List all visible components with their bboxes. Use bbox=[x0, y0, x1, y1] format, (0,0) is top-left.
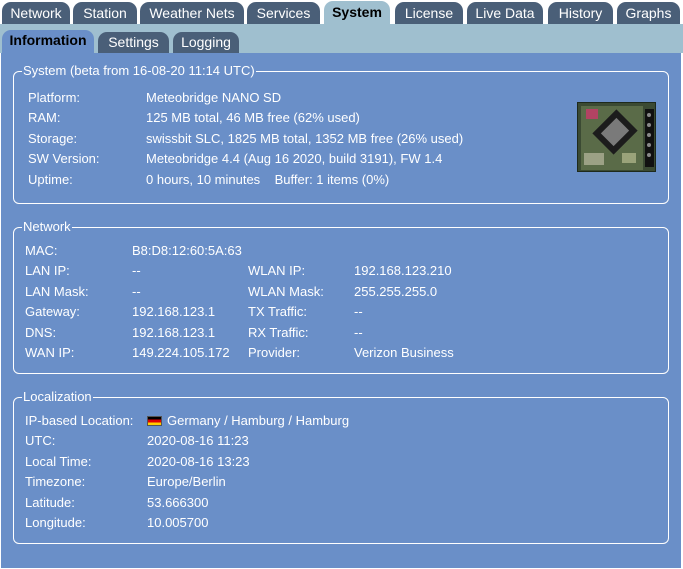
localization-label-utc: UTC: bbox=[25, 433, 56, 448]
network-value-gateway: 192.168.123.1 bbox=[132, 304, 216, 319]
localization-label-latitude: Latitude: bbox=[25, 495, 75, 510]
network-value-tx-traffic: -- bbox=[354, 304, 363, 319]
tab-system[interactable]: System bbox=[324, 1, 390, 25]
system-value-storage: swissbit SLC, 1825 MB total, 1352 MB fre… bbox=[146, 131, 464, 146]
network-value-rx-traffic: -- bbox=[354, 325, 363, 340]
tab-weather-nets[interactable]: Weather Nets bbox=[140, 2, 244, 24]
tab-license[interactable]: License bbox=[395, 2, 463, 24]
localization-value-longitude: 10.005700 bbox=[147, 515, 209, 530]
localization-section-title: Localization bbox=[23, 389, 92, 404]
localization-value-latitude: 53.666300 bbox=[147, 495, 209, 510]
localization-value-timezone: Europe/Berlin bbox=[147, 474, 226, 489]
circuit-board-icon bbox=[578, 103, 655, 171]
network-label-wlan-ip: WLAN IP: bbox=[248, 263, 306, 278]
sub-tab-bar: Information Settings Logging bbox=[0, 24, 683, 53]
tab-live-data[interactable]: Live Data bbox=[467, 2, 543, 24]
localization-value-local-time: 2020-08-16 13:23 bbox=[147, 454, 250, 469]
localization-value-ip-location: Germany / Hamburg / Hamburg bbox=[147, 413, 349, 429]
network-label-mac: MAC: bbox=[25, 243, 58, 258]
system-value-uptime: 0 hours, 10 minutes Buffer: 1 items (0%) bbox=[146, 172, 390, 187]
network-label-dns: DNS: bbox=[25, 325, 57, 340]
network-label-lan-ip: LAN IP: bbox=[25, 263, 70, 278]
subtab-logging[interactable]: Logging bbox=[173, 32, 239, 53]
network-value-wlan-mask: 255.255.255.0 bbox=[354, 284, 438, 299]
location-text: Germany / Hamburg / Hamburg bbox=[167, 413, 350, 428]
network-label-tx-traffic: TX Traffic: bbox=[248, 304, 307, 319]
network-label-lan-mask: LAN Mask: bbox=[25, 284, 89, 299]
main-tab-bar: Network Station Weather Nets Services Sy… bbox=[0, 0, 683, 25]
tab-graphs[interactable]: Graphs bbox=[617, 2, 680, 24]
system-label-platform: Platform: bbox=[28, 90, 81, 105]
subtab-settings[interactable]: Settings bbox=[98, 32, 169, 53]
tab-services[interactable]: Services bbox=[247, 2, 320, 24]
system-label-sw-version: SW Version: bbox=[28, 151, 100, 166]
network-value-lan-ip: -- bbox=[132, 263, 141, 278]
network-section: Network bbox=[13, 220, 669, 374]
system-value-platform: Meteobridge NANO SD bbox=[146, 90, 282, 105]
network-value-wlan-ip: 192.168.123.210 bbox=[354, 263, 452, 278]
system-value-sw-version: Meteobridge 4.4 (Aug 16 2020, build 3191… bbox=[146, 151, 443, 166]
tab-network[interactable]: Network bbox=[2, 2, 70, 24]
network-label-provider: Provider: bbox=[248, 345, 301, 360]
subtab-information[interactable]: Information bbox=[2, 30, 94, 53]
localization-label-timezone: Timezone: bbox=[25, 474, 86, 489]
network-value-provider: Verizon Business bbox=[354, 345, 454, 360]
network-value-lan-mask: -- bbox=[132, 284, 141, 299]
localization-value-utc: 2020-08-16 11:23 bbox=[147, 433, 249, 448]
tab-history[interactable]: History bbox=[548, 2, 613, 24]
network-label-rx-traffic: RX Traffic: bbox=[248, 325, 309, 340]
system-label-storage: Storage: bbox=[28, 131, 78, 146]
network-label-wan-ip: WAN IP: bbox=[25, 345, 75, 360]
system-label-uptime: Uptime: bbox=[28, 172, 73, 187]
network-label-wlan-mask: WLAN Mask: bbox=[248, 284, 324, 299]
localization-label-ip-location: IP-based Location: bbox=[25, 413, 134, 428]
network-value-dns: 192.168.123.1 bbox=[132, 325, 216, 340]
device-board-image bbox=[577, 102, 656, 172]
network-value-mac: B8:D8:12:60:5A:63 bbox=[132, 243, 242, 258]
system-value-ram: 125 MB total, 46 MB free (62% used) bbox=[146, 110, 360, 125]
system-section-title: System (beta from 16-08-20 11:14 UTC) bbox=[23, 63, 255, 78]
network-label-gateway: Gateway: bbox=[25, 304, 80, 319]
network-section-title: Network bbox=[23, 219, 71, 234]
tab-station[interactable]: Station bbox=[73, 2, 137, 24]
germany-flag-icon bbox=[147, 416, 162, 426]
meteobridge-window: Network Station Weather Nets Services Sy… bbox=[0, 0, 683, 569]
localization-label-local-time: Local Time: bbox=[25, 454, 92, 469]
network-value-wan-ip: 149.224.105.172 bbox=[132, 345, 230, 360]
system-label-ram: RAM: bbox=[28, 110, 61, 125]
localization-label-longitude: Longitude: bbox=[25, 515, 86, 530]
